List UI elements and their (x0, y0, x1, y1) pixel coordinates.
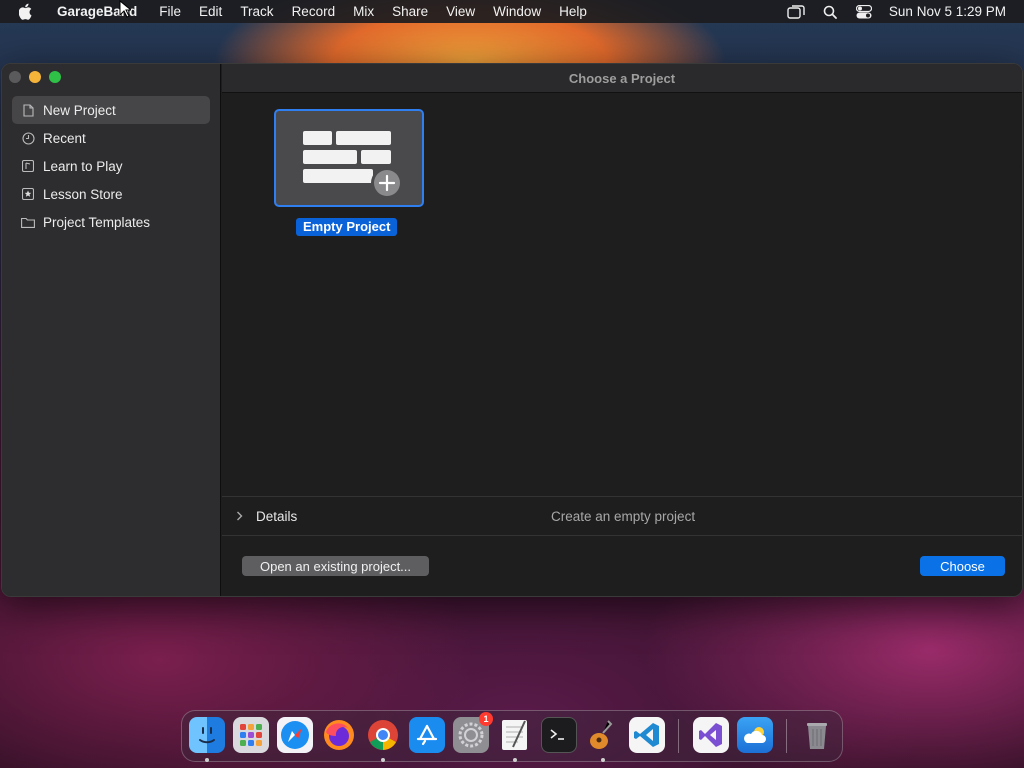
mouse-cursor (119, 0, 133, 23)
sidebar-item-label: Recent (43, 130, 86, 146)
system-settings-icon[interactable]: 1 (453, 712, 493, 753)
terminal-icon[interactable] (541, 717, 577, 753)
menu-window[interactable]: Window (484, 4, 550, 19)
window-controls (9, 71, 61, 83)
main-panel: Choose a Project Empty Project Details C… (222, 64, 1022, 596)
trash-icon[interactable] (799, 717, 835, 753)
menu-bar-clock[interactable]: Sun Nov 5 1:29 PM (881, 4, 1006, 19)
garageband-icon[interactable] (585, 717, 621, 753)
menu-help[interactable]: Help (550, 4, 596, 19)
apple-menu-icon[interactable] (0, 3, 52, 20)
open-existing-project-button[interactable]: Open an existing project... (242, 556, 429, 576)
empty-project-label[interactable]: Empty Project (296, 218, 398, 236)
choose-project-window: New Project Recent Learn to Play Lesson … (1, 63, 1023, 597)
close-window-button[interactable] (9, 71, 21, 83)
app-store-icon[interactable] (409, 717, 445, 753)
menu-mix[interactable]: Mix (344, 4, 383, 19)
finder-icon[interactable] (189, 717, 225, 753)
spotlight-search-icon[interactable] (813, 5, 847, 19)
sidebar-item-label: Learn to Play (43, 158, 123, 174)
sidebar: New Project Recent Learn to Play Lesson … (2, 64, 221, 596)
sidebar-item-label: Project Templates (43, 214, 151, 230)
dock-separator (786, 719, 787, 753)
sidebar-item-lesson-store[interactable]: Lesson Store (12, 180, 210, 208)
screen-mirroring-icon[interactable] (779, 4, 813, 19)
vscode-icon[interactable] (629, 717, 665, 753)
control-center-icon[interactable] (847, 4, 881, 19)
textedit-icon[interactable] (497, 717, 533, 753)
weather-icon[interactable] (737, 717, 773, 753)
empty-project-plus-icon (303, 131, 403, 199)
dock: 1 (181, 710, 843, 762)
sidebar-item-recent[interactable]: Recent (12, 124, 210, 152)
empty-project-tile[interactable] (274, 109, 424, 207)
firefox-icon[interactable] (321, 717, 357, 753)
sidebar-item-label: New Project (43, 102, 116, 118)
menu-track[interactable]: Track (231, 4, 282, 19)
chrome-icon[interactable] (365, 717, 401, 753)
menu-record[interactable]: Record (283, 4, 345, 19)
folder-icon (21, 215, 35, 229)
menu-app-name[interactable]: GarageBand (52, 4, 150, 19)
menu-bar: GarageBand File Edit Track Record Mix Sh… (0, 0, 1024, 23)
details-toggle[interactable]: Details (256, 509, 297, 524)
running-indicator (513, 758, 517, 762)
window-title: Choose a Project (222, 64, 1022, 93)
dock-separator (678, 719, 679, 753)
details-bar: Details Create an empty project (222, 496, 1022, 536)
sidebar-item-new-project[interactable]: New Project (12, 96, 210, 124)
visual-studio-icon[interactable] (693, 717, 729, 753)
chevron-right-icon[interactable] (222, 511, 256, 521)
menu-share[interactable]: Share (383, 4, 437, 19)
running-indicator (205, 758, 209, 762)
menu-edit[interactable]: Edit (190, 4, 231, 19)
clock-icon (21, 131, 35, 145)
project-description: Create an empty project (551, 508, 696, 524)
lesson-icon (21, 159, 35, 173)
menu-view[interactable]: View (437, 4, 484, 19)
choose-button[interactable]: Choose (920, 556, 1005, 576)
sidebar-list: New Project Recent Learn to Play Lesson … (12, 96, 210, 236)
safari-icon[interactable] (277, 717, 313, 753)
sidebar-item-learn-to-play[interactable]: Learn to Play (12, 152, 210, 180)
launchpad-icon[interactable] (233, 717, 269, 753)
maximize-window-button[interactable] (49, 71, 61, 83)
notification-badge: 1 (479, 712, 493, 726)
document-icon (21, 103, 35, 117)
running-indicator (381, 758, 385, 762)
sidebar-item-project-templates[interactable]: Project Templates (12, 208, 210, 236)
menu-file[interactable]: File (150, 4, 190, 19)
minimize-window-button[interactable] (29, 71, 41, 83)
star-box-icon (21, 187, 35, 201)
sidebar-item-label: Lesson Store (43, 186, 123, 202)
running-indicator (601, 758, 605, 762)
